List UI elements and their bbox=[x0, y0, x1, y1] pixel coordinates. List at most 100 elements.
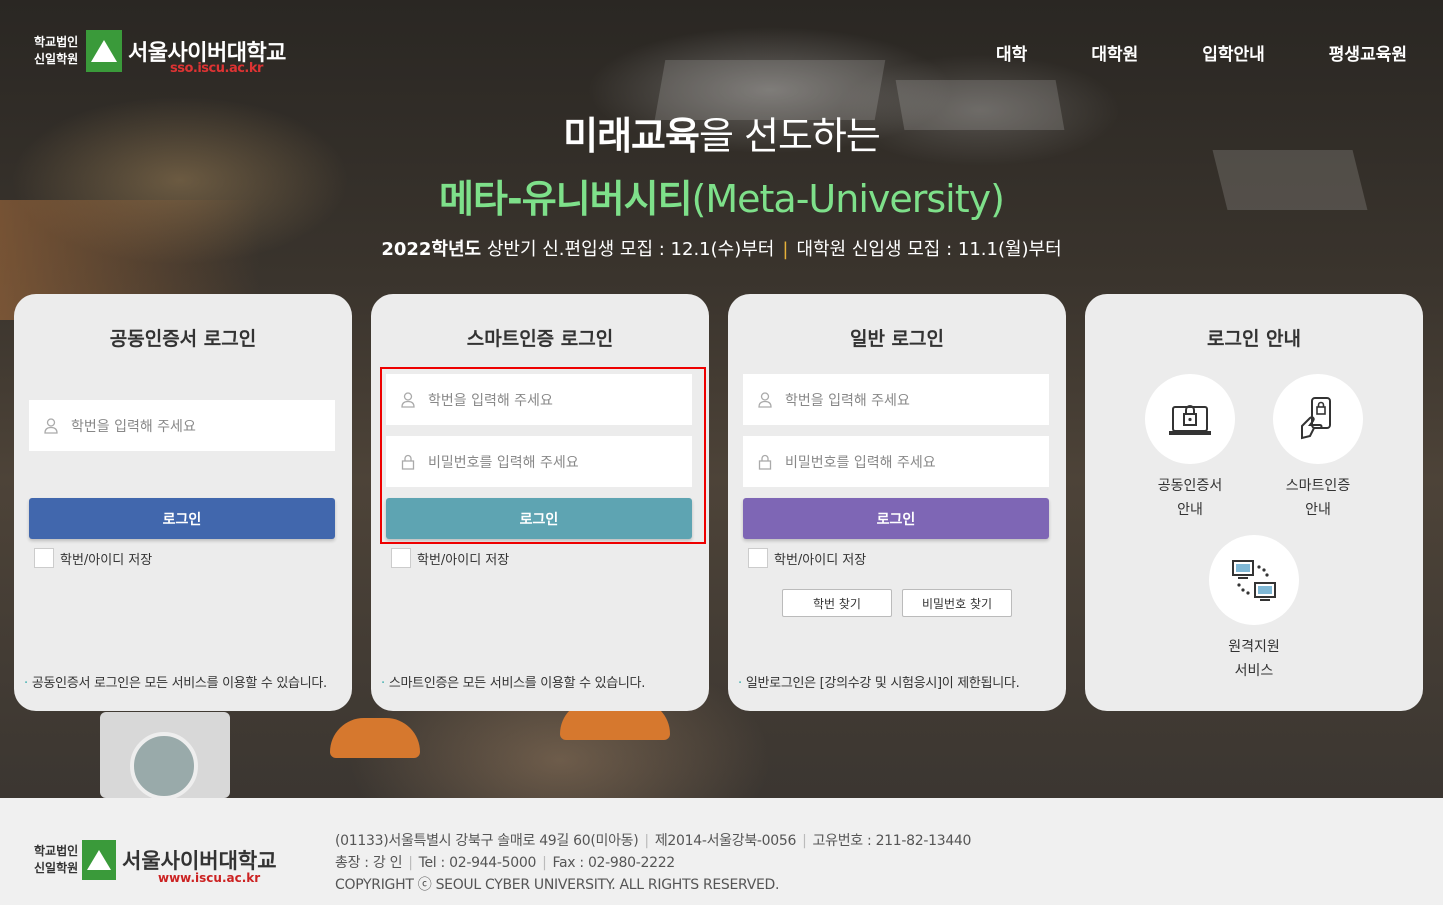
logo-corp-line1: 학교법인 bbox=[34, 35, 79, 49]
nav-lifelong[interactable]: 평생교육원 bbox=[1329, 40, 1407, 65]
guide-cert[interactable]: 공동인증서 안내 bbox=[1140, 374, 1240, 522]
headline-recruit-a: 상반기 신.편입생 모집 : 12.1(수)부터 bbox=[486, 239, 775, 260]
guide-remote-line1: 원격지원 bbox=[1228, 639, 1280, 655]
guide-remote-line2: 서비스 bbox=[1234, 663, 1274, 679]
smart-save-id[interactable]: 학번/아이디 저장 bbox=[391, 548, 509, 568]
checkbox[interactable] bbox=[34, 548, 54, 568]
laptop-lock-icon bbox=[1169, 405, 1211, 435]
cert-save-id[interactable]: 학번/아이디 저장 bbox=[34, 548, 152, 568]
headline-line1-rest: 을 선도하는 bbox=[698, 114, 881, 158]
headline-line1: 미래교육을 선도하는 bbox=[0, 105, 1443, 160]
footer-copyright: COPYRIGHT ⓒ SEOUL CYBER UNIVERSITY. ALL … bbox=[335, 877, 780, 893]
guide-cert-circle bbox=[1145, 374, 1235, 464]
headline-recruit-b: 대학원 신입생 모집 : 11.1(월)부터 bbox=[796, 239, 1062, 260]
footer-corp: 학교법인 신일학원 bbox=[34, 843, 80, 877]
guide-smart-line2: 안내 bbox=[1305, 502, 1331, 518]
cert-id-placeholder: 학번을 입력해 주세요 bbox=[71, 418, 196, 435]
guide-smart-line1: 스마트인증 bbox=[1285, 478, 1351, 494]
nav-admission[interactable]: 입학안내 bbox=[1202, 40, 1265, 65]
smart-note: · 스마트인증은 모든 서비스를 이용할 수 있습니다. bbox=[381, 676, 646, 691]
headline-year: 2022학년도 bbox=[381, 239, 482, 260]
site-logo[interactable]: 학교법인 신일학원 서울사이버대학교 sso.iscu.ac.kr bbox=[34, 30, 286, 76]
general-note: · 일반로그인은 [강의수강 및 시험응시]이 제한됩니다. bbox=[738, 676, 1020, 691]
logo-corp-line2: 신일학원 bbox=[34, 52, 79, 66]
cert-note: · 공동인증서 로그인은 모든 서비스를 이용할 수 있습니다. bbox=[24, 676, 327, 691]
headline-line2-rest: (Meta-University) bbox=[691, 177, 1005, 221]
general-id-input[interactable]: 학번을 입력해 주세요 bbox=[743, 374, 1049, 425]
nav-college[interactable]: 대학 bbox=[996, 40, 1027, 65]
checkbox[interactable] bbox=[391, 548, 411, 568]
guide-remote[interactable]: 원격지원 서비스 bbox=[1204, 535, 1304, 683]
cert-note-text: 공동인증서 로그인은 모든 서비스를 이용할 수 있습니다. bbox=[31, 676, 327, 691]
general-save-label: 학번/아이디 저장 bbox=[774, 552, 867, 568]
logo-name-wrap: 서울사이버대학교 sso.iscu.ac.kr bbox=[128, 35, 286, 76]
footer-president: 총장 : 강 인 bbox=[335, 855, 403, 871]
headline-sep: | bbox=[782, 239, 789, 260]
footer-corp-line1: 학교법인 bbox=[34, 844, 79, 858]
footer: 학교법인 신일학원 서울사이버대학교 www.iscu.ac.kr (01133… bbox=[0, 798, 1443, 905]
footer-name-wrap: 서울사이버대학교 www.iscu.ac.kr bbox=[122, 845, 277, 885]
highlight-box bbox=[380, 367, 706, 544]
main-nav: 대학 대학원 입학안내 평생교육원 bbox=[996, 40, 1407, 65]
cert-login-card: 공동인증서 로그인 학번을 입력해 주세요 로그인 학번/아이디 저장 · 공동인… bbox=[14, 294, 352, 711]
general-pw-placeholder: 비밀번호를 입력해 주세요 bbox=[785, 454, 936, 471]
footer-line2: 총장 : 강 인 | Tel : 02-944-5000 | Fax : 02-980-… bbox=[335, 855, 676, 871]
hero-headline: 미래교육을 선도하는 메타-유니버시티(Meta-University) 202… bbox=[0, 105, 1443, 261]
guide-smart-circle bbox=[1273, 374, 1363, 464]
user-icon bbox=[43, 417, 59, 434]
general-login-card: 일반 로그인 학번을 입력해 주세요 비밀번호를 입력해 주세요 로그인 학번/… bbox=[728, 294, 1066, 711]
general-id-placeholder: 학번을 입력해 주세요 bbox=[785, 392, 910, 409]
guide-cert-label: 공동인증서 안내 bbox=[1140, 474, 1240, 522]
remote-support-icon bbox=[1232, 560, 1276, 601]
logo-mark-icon bbox=[86, 30, 122, 72]
guide-smart[interactable]: 스마트인증 안내 bbox=[1268, 374, 1368, 522]
footer-info: (01133)서울특별시 강북구 솔매로 49길 60(미아동) | 제2014-서… bbox=[335, 830, 971, 896]
footer-name: 서울사이버대학교 bbox=[122, 849, 277, 873]
general-pw-input[interactable]: 비밀번호를 입력해 주세요 bbox=[743, 436, 1049, 487]
lock-icon bbox=[757, 454, 773, 470]
general-login-button[interactable]: 로그인 bbox=[743, 498, 1049, 539]
header: 학교법인 신일학원 서울사이버대학교 sso.iscu.ac.kr 대학 대학원… bbox=[0, 0, 1443, 100]
checkbox[interactable] bbox=[748, 548, 768, 568]
footer-sub: www.iscu.ac.kr bbox=[158, 871, 261, 885]
login-guide-card: 로그인 안내 공동인증서 안내 스마트인증 안내 원격지원 서비스 bbox=[1085, 294, 1423, 711]
footer-corp-line2: 신일학원 bbox=[34, 861, 79, 875]
footer-bizno: 고유번호 : 211-82-13440 bbox=[812, 833, 972, 849]
smart-login-title: 스마트인증 로그인 bbox=[466, 328, 614, 350]
guide-remote-label: 원격지원 서비스 bbox=[1204, 635, 1304, 683]
footer-line1: (01133)서울특별시 강북구 솔매로 49길 60(미아동) | 제2014-서… bbox=[335, 833, 972, 849]
footer-address: (01133)서울특별시 강북구 솔매로 49길 60(미아동) bbox=[335, 833, 639, 849]
guide-cert-line1: 공동인증서 bbox=[1157, 478, 1223, 494]
headline-line1-bold: 미래교육 bbox=[563, 114, 700, 158]
footer-logo-mark-icon bbox=[82, 840, 116, 880]
guide-cert-line2: 안내 bbox=[1177, 502, 1203, 518]
chair bbox=[330, 718, 420, 758]
smart-note-text: 스마트인증은 모든 서비스를 이용할 수 있습니다. bbox=[388, 676, 646, 691]
nav-graduate[interactable]: 대학원 bbox=[1091, 40, 1138, 65]
guide-remote-circle bbox=[1209, 535, 1299, 625]
guide-smart-label: 스마트인증 안내 bbox=[1268, 474, 1368, 522]
find-id-button[interactable]: 학번 찾기 bbox=[782, 589, 892, 617]
footer-fax: Fax : 02-980-2222 bbox=[552, 855, 676, 871]
user-icon bbox=[757, 391, 773, 408]
smartphone-hand-icon bbox=[1301, 397, 1331, 440]
washer bbox=[100, 712, 230, 798]
headline-line3: 2022학년도 상반기 신.편입생 모집 : 12.1(수)부터 | 대학원 신입생… bbox=[0, 235, 1443, 261]
general-save-id[interactable]: 학번/아이디 저장 bbox=[748, 548, 866, 568]
cert-id-input[interactable]: 학번을 입력해 주세요 bbox=[29, 400, 335, 451]
cert-login-title: 공동인증서 로그인 bbox=[109, 328, 257, 350]
footer-tel: Tel : 02-944-5000 bbox=[418, 855, 537, 871]
headline-line2: 메타-유니버시티(Meta-University) bbox=[0, 168, 1443, 223]
headline-line2-bold: 메타-유니버시티 bbox=[439, 177, 692, 221]
logo-sub: sso.iscu.ac.kr bbox=[170, 61, 263, 76]
logo-corp: 학교법인 신일학원 bbox=[34, 34, 84, 68]
footer-reg: 제2014-서울강북-0056 bbox=[654, 833, 797, 849]
cert-login-button[interactable]: 로그인 bbox=[29, 498, 335, 539]
smart-save-label: 학번/아이디 저장 bbox=[417, 552, 510, 568]
login-guide-title: 로그인 안내 bbox=[1206, 328, 1301, 350]
footer-logo[interactable]: 학교법인 신일학원 서울사이버대학교 www.iscu.ac.kr bbox=[34, 840, 277, 885]
find-pw-button[interactable]: 비밀번호 찾기 bbox=[902, 589, 1012, 617]
general-note-text: 일반로그인은 [강의수강 및 시험응시]이 제한됩니다. bbox=[745, 676, 1020, 691]
general-login-title: 일반 로그인 bbox=[849, 328, 944, 350]
cert-save-label: 학번/아이디 저장 bbox=[60, 552, 153, 568]
